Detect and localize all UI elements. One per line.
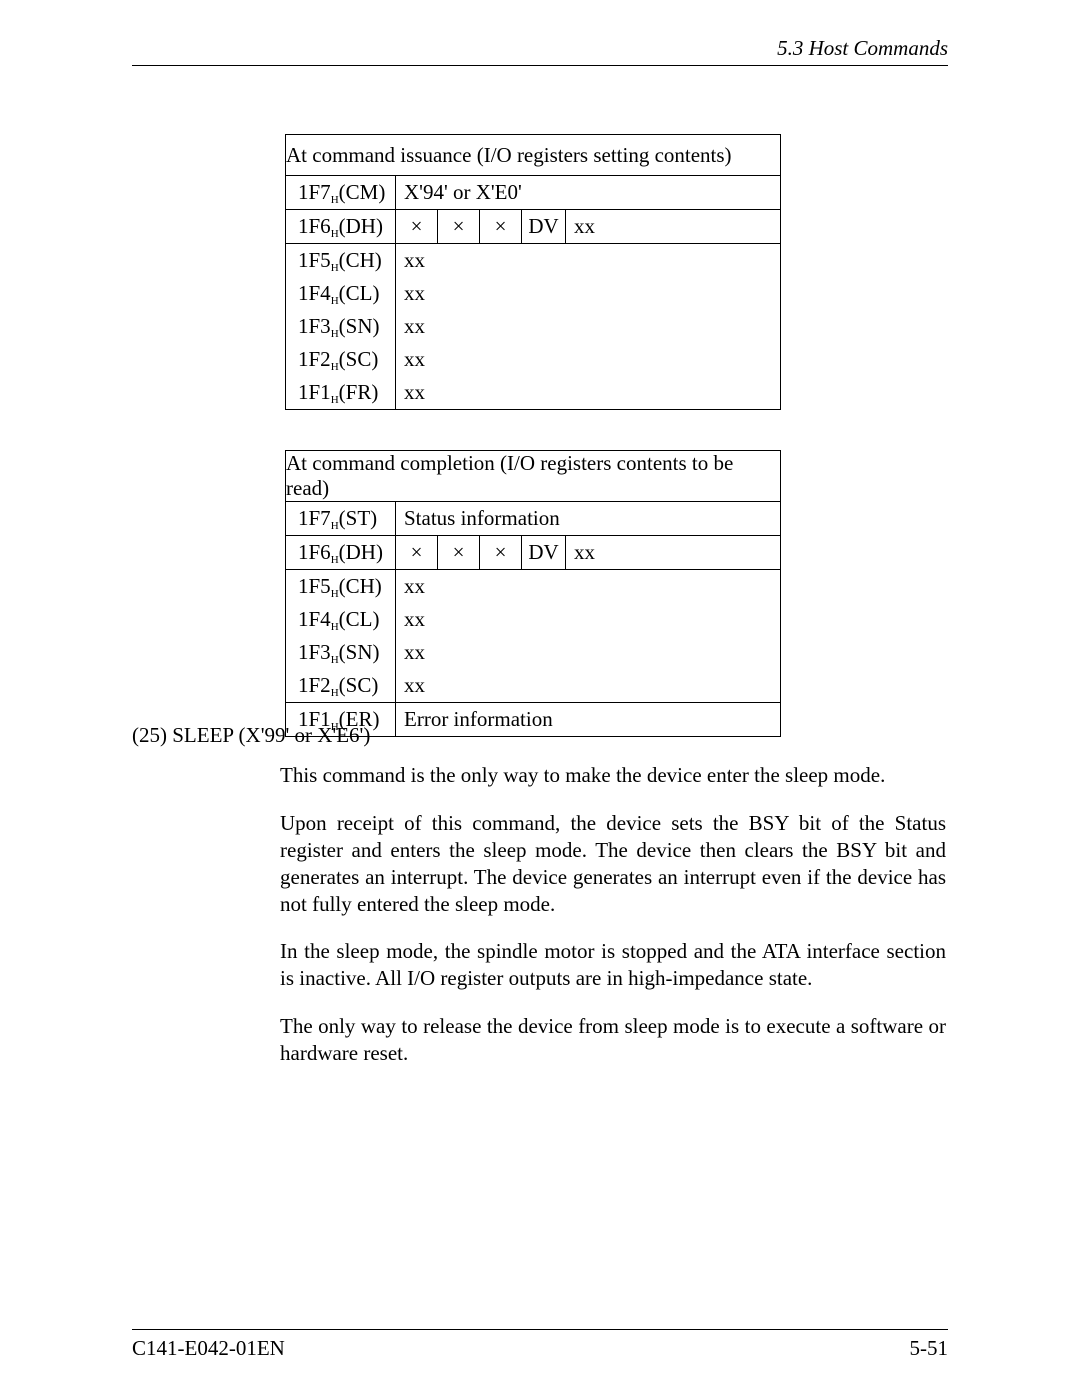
table-caption-row: At command completion (I/O registers con… — [286, 451, 781, 502]
bit-cell: × — [480, 536, 522, 570]
reg-name: (ST) — [339, 506, 378, 530]
bit-cell: × — [438, 210, 480, 244]
page: 5.3 Host Commands At command issuance (I… — [0, 0, 1080, 1397]
reg-value: xx — [396, 277, 781, 310]
hex-sub: H — [331, 295, 339, 307]
hex-sub: H — [331, 621, 339, 633]
bit-cell: × — [438, 536, 480, 570]
paragraph: The only way to release the device from … — [280, 1013, 946, 1067]
bit-cell: DV — [522, 210, 566, 244]
reg-value: xx — [566, 536, 781, 570]
table-row: 1F3H(SN) xx — [286, 636, 781, 669]
hex-sub: H — [331, 361, 339, 373]
reg-value: xx — [396, 636, 781, 669]
reg-name: (SC) — [339, 673, 379, 697]
reg-name: (SN) — [339, 640, 380, 664]
hex-sub: H — [331, 194, 339, 206]
reg-addr: 1F3 — [298, 640, 331, 664]
hex-sub: H — [331, 262, 339, 274]
reg-name: (DH) — [339, 540, 383, 564]
header-rule — [132, 65, 948, 66]
reg-name: (DH) — [339, 214, 383, 238]
table-row: 1F7H(CM) X'94' or X'E0' — [286, 176, 781, 210]
reg-name: (SN) — [339, 314, 380, 338]
bit-cell: × — [396, 536, 438, 570]
paragraph: In the sleep mode, the spindle motor is … — [280, 938, 946, 992]
footer-rule — [132, 1329, 948, 1330]
table-row: 1F6H(DH) × × × DV xx — [286, 210, 781, 244]
reg-addr: 1F6 — [298, 214, 331, 238]
hex-sub: H — [331, 394, 339, 406]
bit-cell: × — [396, 210, 438, 244]
table-row: 1F2H(SC) xx — [286, 343, 781, 376]
reg-value: xx — [396, 376, 781, 410]
reg-value: X'94' or X'E0' — [396, 176, 781, 210]
hex-sub: H — [331, 328, 339, 340]
paragraph: This command is the only way to make the… — [280, 762, 946, 789]
reg-name: (CH) — [339, 248, 382, 272]
section-title: 5.3 Host Commands — [132, 36, 948, 65]
table-row: 1F4H(CL) xx — [286, 277, 781, 310]
doc-number: C141-E042-01EN — [132, 1336, 285, 1361]
reg-name: (SC) — [339, 347, 379, 371]
table-row: 1F3H(SN) xx — [286, 310, 781, 343]
table-row: 1F2H(SC) xx — [286, 669, 781, 703]
reg-addr: 1F2 — [298, 673, 331, 697]
reg-addr: 1F2 — [298, 347, 331, 371]
bit-cell: DV — [522, 536, 566, 570]
hex-sub: H — [331, 554, 339, 566]
table-row: 1F4H(CL) xx — [286, 603, 781, 636]
register-table-completion: At command completion (I/O registers con… — [285, 450, 781, 737]
reg-addr: 1F4 — [298, 281, 331, 305]
reg-addr: 1F7 — [298, 506, 331, 530]
reg-value: xx — [396, 244, 781, 278]
reg-value: Status information — [396, 502, 781, 536]
reg-addr: 1F7 — [298, 180, 331, 204]
hex-sub: H — [331, 588, 339, 600]
page-footer: C141-E042-01EN 5-51 — [132, 1329, 948, 1361]
reg-value: xx — [396, 343, 781, 376]
table-row: 1F7H(ST) Status information — [286, 502, 781, 536]
table-caption: At command completion (I/O registers con… — [286, 451, 733, 500]
bit-cell: × — [480, 210, 522, 244]
reg-addr: 1F5 — [298, 574, 331, 598]
reg-addr: 1F1 — [298, 380, 331, 404]
reg-value: xx — [566, 210, 781, 244]
paragraph: Upon receipt of this command, the device… — [280, 810, 946, 918]
reg-name: (CL) — [339, 281, 380, 305]
register-table-issuance: At command issuance (I/O registers setti… — [285, 134, 781, 410]
tables-area: At command issuance (I/O registers setti… — [285, 134, 781, 737]
reg-addr: 1F4 — [298, 607, 331, 631]
hex-sub: H — [331, 520, 339, 532]
subsection-heading: (25) SLEEP (X'99' or X'E6') — [132, 722, 948, 749]
reg-value: xx — [396, 570, 781, 604]
reg-name: (CH) — [339, 574, 382, 598]
reg-value: xx — [396, 310, 781, 343]
hex-sub: H — [331, 687, 339, 699]
reg-name: (CL) — [339, 607, 380, 631]
reg-name: (CM) — [339, 180, 386, 204]
table-caption-row: At command issuance (I/O registers setti… — [286, 135, 781, 176]
reg-value: xx — [396, 669, 781, 703]
hex-sub: H — [331, 228, 339, 240]
table-row: 1F6H(DH) × × × DV xx — [286, 536, 781, 570]
reg-name: (FR) — [339, 380, 379, 404]
page-number: 5-51 — [910, 1336, 949, 1361]
reg-addr: 1F6 — [298, 540, 331, 564]
table-row: 1F5H(CH) xx — [286, 244, 781, 278]
table-row: 1F1H(FR) xx — [286, 376, 781, 410]
reg-addr: 1F5 — [298, 248, 331, 272]
page-header: 5.3 Host Commands — [132, 36, 948, 66]
hex-sub: H — [331, 654, 339, 666]
table-row: 1F5H(CH) xx — [286, 570, 781, 604]
table-caption: At command issuance (I/O registers setti… — [286, 143, 732, 167]
reg-addr: 1F3 — [298, 314, 331, 338]
reg-value: xx — [396, 603, 781, 636]
